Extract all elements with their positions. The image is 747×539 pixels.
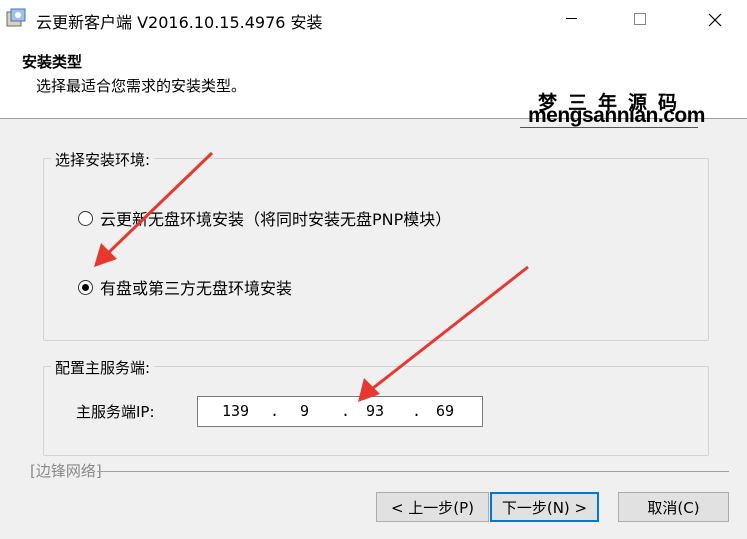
ip-dot: . (341, 402, 351, 420)
ip-octet-2[interactable]: 9 (300, 402, 309, 420)
radio-disk-or-thirdparty[interactable]: 有盘或第三方无盘环境安装 (78, 275, 292, 299)
close-button[interactable] (692, 0, 738, 38)
back-button[interactable]: < 上一步(P) (376, 492, 489, 522)
title-bar: 云更新客户端 V2016.10.15.4976 安装 (0, 0, 747, 39)
maximize-button[interactable] (616, 0, 662, 38)
watermark-underline (520, 127, 698, 128)
radio-label: 有盘或第三方无盘环境安装 (100, 279, 293, 298)
next-button[interactable]: 下一步(N) > (490, 492, 599, 522)
footer-divider (97, 471, 729, 472)
cancel-button[interactable]: 取消(C) (618, 492, 729, 522)
radio-label: 云更新无盘环境安装（将同时安装无盘PNP模块） (100, 210, 452, 229)
installer-app-icon (6, 8, 26, 27)
page-header: 安装类型 选择最适合您需求的安装类型。 梦三年源码 mengsannian.co… (0, 38, 747, 128)
radio-button-selected[interactable] (78, 279, 93, 295)
close-icon (708, 13, 722, 27)
server-ip-label: 主服务端IP: (76, 403, 155, 421)
footer-brand: [边锋网络] (30, 462, 102, 480)
maximize-icon (634, 13, 646, 25)
ip-dot: . (270, 402, 280, 420)
server-config-legend: 配置主服务端: (51, 357, 155, 378)
ip-octet-3[interactable]: 93 (366, 402, 384, 420)
minimize-button[interactable] (548, 0, 594, 38)
watermark-url: mengsannian.com (528, 104, 705, 127)
ip-octet-1[interactable]: 139 (222, 402, 249, 420)
page-subtitle: 选择最适合您需求的安装类型。 (36, 77, 247, 95)
install-environment-group (43, 158, 709, 341)
window-title: 云更新客户端 V2016.10.15.4976 安装 (36, 13, 323, 32)
server-ip-input[interactable]: 139 . 9 . 93 . 69 (197, 396, 483, 427)
minimize-icon (566, 18, 577, 19)
radio-button[interactable] (78, 210, 93, 226)
install-environment-legend: 选择安装环境: (51, 149, 155, 170)
ip-dot: . (412, 402, 422, 420)
ip-octet-4[interactable]: 69 (436, 402, 454, 420)
page-title: 安装类型 (22, 53, 83, 71)
radio-cloud-diskless[interactable]: 云更新无盘环境安装（将同时安装无盘PNP模块） (78, 206, 451, 230)
